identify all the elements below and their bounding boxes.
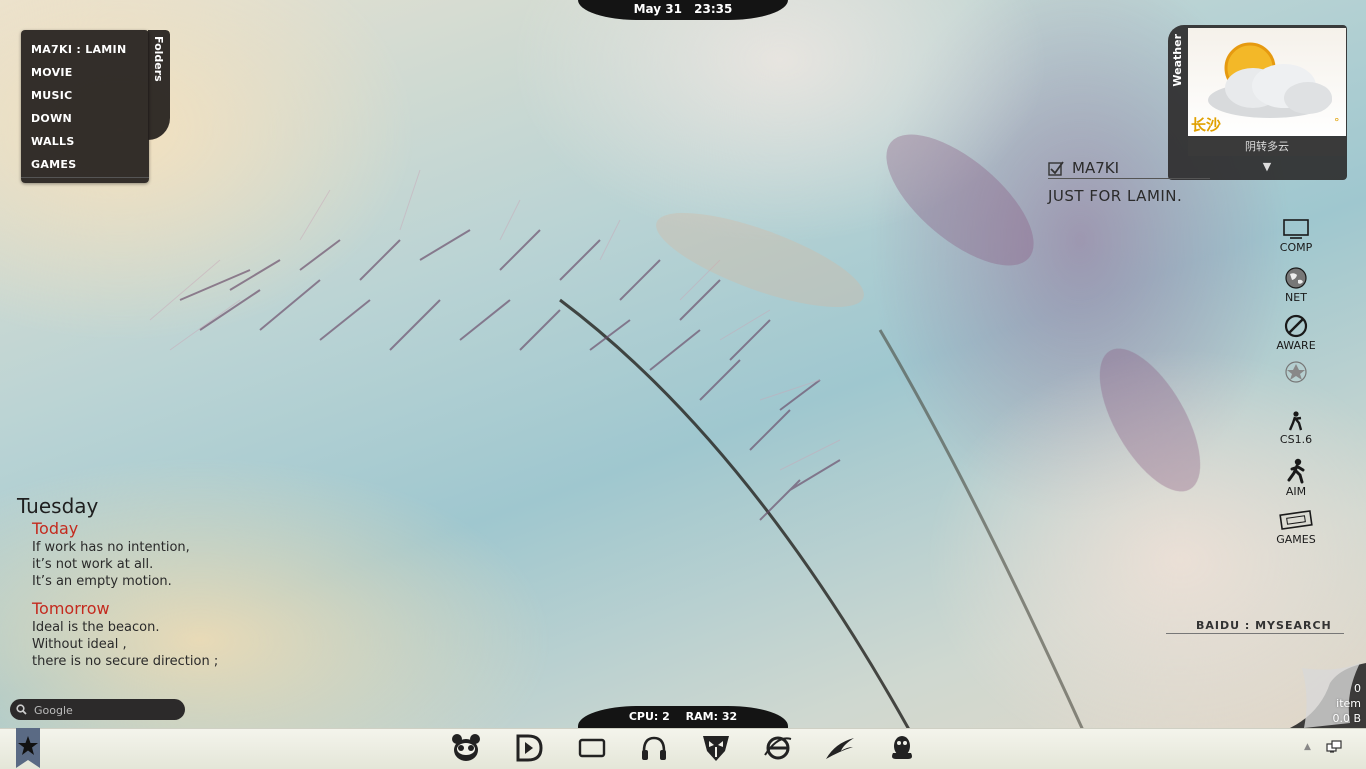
tomorrow-line-2: Without ideal ,: [32, 637, 127, 652]
top-clock: May 31 23:35: [578, 0, 788, 20]
ram-usage: RAM: 32: [685, 710, 738, 723]
launcher-aim-label: AIM: [1285, 485, 1307, 498]
headphones-icon[interactable]: [639, 733, 669, 763]
weather-condition: 阴转多云: [1188, 138, 1346, 156]
cpu-usage: CPU: 2: [628, 710, 670, 723]
globe-icon: [1285, 267, 1307, 289]
search-icon: [16, 704, 27, 715]
folder-item-games[interactable]: GAMES: [31, 153, 149, 176]
launcher-games[interactable]: GAMES: [1266, 508, 1326, 546]
baidu-search-label[interactable]: BAIDU : MYSEARCH: [1196, 619, 1332, 632]
swift-icon[interactable]: [825, 733, 855, 763]
launcher-net[interactable]: NET: [1266, 266, 1326, 304]
launcher-champions-league[interactable]: [1266, 360, 1326, 408]
folders-tab-label: Folders: [152, 36, 165, 82]
decepticon-icon[interactable]: [701, 733, 731, 763]
weather-expand-icon[interactable]: ▼: [1188, 158, 1346, 176]
launcher-comp-label: COMP: [1279, 241, 1313, 254]
qq-penguin-icon[interactable]: [887, 733, 917, 763]
today-heading: Today: [32, 519, 79, 538]
tomorrow-line-3: there is no secure direction ;: [32, 654, 219, 669]
launcher-cs16-label: CS1.6: [1279, 433, 1313, 446]
folder-item-ma7ki-lamin[interactable]: MA7KI : LAMIN: [31, 38, 149, 61]
tray-expand-icon[interactable]: ▲: [1304, 742, 1311, 752]
recycle-bin-size: 0.0 B: [1332, 712, 1361, 725]
recycle-bin-count: 0: [1354, 682, 1361, 695]
ie-icon[interactable]: [763, 733, 793, 763]
taskbar: [0, 728, 1366, 769]
launcher-aware-label: AWARE: [1276, 339, 1316, 352]
launcher-net-label: NET: [1285, 291, 1307, 304]
folder-item-down[interactable]: DOWN: [31, 107, 149, 130]
tomorrow-line-1: Ideal is the beacon.: [32, 620, 160, 635]
folders-panel: MA7KI : LAMIN MOVIE MUSIC DOWN WALLS GAM…: [21, 30, 149, 183]
monitor-icon: [1283, 219, 1309, 239]
today-line-2: it’s not work at all.: [32, 557, 154, 572]
launcher-comp[interactable]: COMP: [1266, 218, 1326, 254]
launcher-aim[interactable]: AIM: [1266, 458, 1326, 498]
note-divider: [1048, 178, 1210, 179]
weather-tab-label: Weather: [1171, 34, 1184, 87]
launcher-aware[interactable]: AWARE: [1266, 314, 1326, 352]
ticket-icon: [1279, 510, 1313, 530]
system-monitor: CPU: 2 RAM: 32: [578, 706, 788, 728]
folder-item-walls[interactable]: WALLS: [31, 130, 149, 153]
day-name: Tuesday: [17, 494, 99, 518]
panda-icon[interactable]: [451, 733, 481, 763]
google-search-box: [10, 699, 185, 720]
clock-time: 23:35: [694, 2, 733, 16]
launcher-games-label: GAMES: [1276, 533, 1316, 546]
checkbox-icon[interactable]: [1048, 160, 1064, 176]
counter-strike-icon: [1288, 411, 1303, 431]
baidu-divider: [1166, 633, 1344, 634]
launcher-cs16[interactable]: CS1.6: [1266, 410, 1326, 446]
today-line-1: If work has no intention,: [32, 540, 190, 555]
note-title: MA7KI: [1072, 159, 1120, 177]
network-tray-icon[interactable]: [1326, 739, 1342, 755]
recycle-bin-info: 0 item 0.0 B: [1332, 681, 1361, 726]
google-search-input[interactable]: [32, 701, 181, 719]
folders-divider: [21, 177, 149, 178]
folder-item-movie[interactable]: MOVIE: [31, 61, 149, 84]
media-player-icon[interactable]: [514, 733, 544, 763]
weather-degree: °: [1334, 116, 1340, 129]
aim-runner-icon: [1287, 458, 1305, 484]
champions-league-icon: [1285, 361, 1307, 383]
today-line-3: It’s an empty motion.: [32, 574, 172, 589]
clock-date: May 31: [633, 2, 682, 16]
no-entry-icon: [1284, 314, 1308, 338]
folder-item-music[interactable]: MUSIC: [31, 84, 149, 107]
tv-icon[interactable]: [577, 733, 607, 763]
weather-city: 长沙: [1191, 116, 1222, 134]
tomorrow-heading: Tomorrow: [32, 599, 110, 618]
note-text: JUST FOR LAMIN.: [1048, 187, 1183, 205]
recycle-bin-unit: item: [1336, 697, 1361, 710]
start-star-icon[interactable]: [16, 728, 40, 768]
